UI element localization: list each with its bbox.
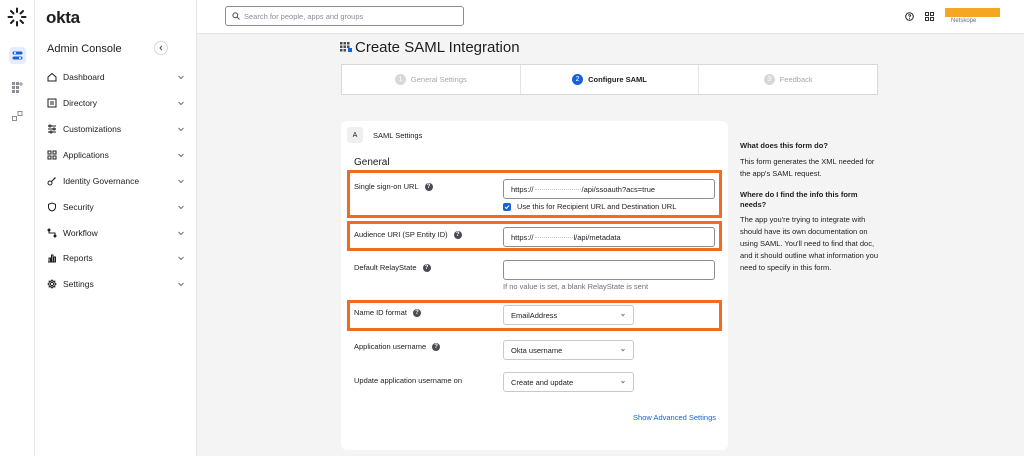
- step-number: 2: [572, 74, 584, 85]
- sidebar-item-label: Dashboard: [63, 72, 105, 82]
- sidebar-item-label: Workflow: [63, 228, 98, 238]
- step-general-settings[interactable]: 1 General Settings: [342, 65, 521, 94]
- top-bar: Search for people, apps and groups Netsk…: [197, 0, 1024, 34]
- help-question-1: What does this form do?: [740, 141, 828, 150]
- update-username-label: Update application username on: [354, 376, 462, 385]
- highlight-nameid-format: [347, 300, 722, 331]
- help-answer-1: This form generates the XML needed for t…: [740, 156, 875, 178]
- show-advanced-settings-link[interactable]: Show Advanced Settings: [633, 413, 716, 422]
- search-icon: [232, 12, 240, 20]
- help-answer-2: The app you're trying to integrate with …: [740, 215, 879, 273]
- step-label: Configure SAML: [588, 75, 647, 84]
- org-name[interactable]: Netskope: [951, 18, 976, 24]
- app-username-select[interactable]: Okta username: [503, 340, 634, 360]
- section-letter-badge: A: [347, 127, 363, 143]
- step-label: General Settings: [410, 75, 467, 84]
- step-number: 3: [763, 74, 775, 85]
- admin-toggle-icon[interactable]: [9, 47, 26, 64]
- sidebar-item-directory[interactable]: Directory: [47, 95, 185, 111]
- relaystate-input[interactable]: [503, 260, 715, 280]
- step-configure-saml[interactable]: 2 Configure SAML: [521, 65, 700, 94]
- icon-rail: [0, 0, 35, 456]
- app-grid-icon[interactable]: [925, 12, 934, 23]
- update-username-value: Create and update: [511, 377, 574, 387]
- app-integration-icon: [340, 42, 352, 52]
- reports-icon: [47, 253, 57, 263]
- page-header: Create SAML Integration: [340, 39, 520, 56]
- home-icon: [47, 72, 57, 82]
- help-icon[interactable]: [905, 12, 914, 23]
- sidebar-item-label: Security: [63, 202, 94, 212]
- sidebar-item-identity-governance[interactable]: Identity Governance: [47, 173, 185, 189]
- step-label: Feedback: [779, 75, 813, 84]
- identity-governance-icon: [47, 176, 57, 186]
- chevron-down-icon: [178, 153, 184, 158]
- help-question-icon[interactable]: ?: [422, 263, 431, 272]
- chevron-down-icon: [178, 231, 184, 236]
- workflow-icon: [47, 228, 57, 238]
- okta-brand-logo[interactable]: okta: [46, 8, 80, 28]
- app-username-label-text: Application username: [354, 342, 427, 351]
- shield-icon: [47, 202, 57, 212]
- sidebar-item-workflow[interactable]: Workflow: [47, 225, 185, 241]
- section-title: SAML Settings: [373, 131, 423, 140]
- sidebar-item-security[interactable]: Security: [47, 199, 185, 215]
- global-search-input[interactable]: Search for people, apps and groups: [225, 6, 464, 26]
- update-username-select[interactable]: Create and update: [503, 372, 634, 392]
- step-feedback[interactable]: 3 Feedback: [699, 65, 877, 94]
- sidebar-item-label: Directory: [63, 98, 98, 108]
- relaystate-label: Default RelayState ?: [354, 263, 431, 272]
- admin-console-title: Admin Console: [47, 43, 122, 55]
- sidebar-item-label: Identity Governance: [63, 176, 140, 186]
- search-placeholder: Search for people, apps and groups: [244, 11, 364, 21]
- sidebar-item-label: Reports: [63, 253, 93, 263]
- customizations-icon: [47, 124, 57, 134]
- sidebar-item-settings[interactable]: Settings: [47, 276, 185, 292]
- sidebar-item-label: Customizations: [63, 124, 122, 134]
- chevron-down-icon: [178, 127, 184, 132]
- sidebar-item-customizations[interactable]: Customizations: [47, 121, 185, 137]
- chevron-down-icon: [621, 380, 625, 384]
- wizard-stepper: 1 General Settings 2 Configure SAML 3 Fe…: [341, 64, 878, 95]
- page-title: Create SAML Integration: [355, 39, 520, 56]
- relaystate-hint: If no value is set, a blank RelayState i…: [503, 282, 649, 291]
- integrations-icon[interactable]: [9, 108, 26, 125]
- sidebar-item-applications[interactable]: Applications: [47, 147, 185, 163]
- okta-sunburst-logo-icon[interactable]: [7, 7, 27, 27]
- directory-icon: [47, 98, 57, 108]
- chevron-down-icon: [178, 101, 184, 106]
- group-title: General: [354, 157, 390, 168]
- help-question-icon[interactable]: ?: [432, 342, 441, 351]
- side-navigation: okta Admin Console Dashboard Directory C…: [35, 0, 197, 456]
- add-apps-icon[interactable]: [9, 79, 26, 96]
- highlight-sso-url: [347, 170, 722, 218]
- chevron-left-icon: [159, 45, 163, 51]
- highlight-audience-uri: [347, 221, 722, 251]
- help-question-2: Where do I find the info this form needs…: [740, 189, 858, 209]
- sidebar-item-label: Settings: [63, 279, 94, 289]
- app-username-value: Okta username: [511, 345, 563, 355]
- chevron-down-icon: [178, 179, 184, 184]
- update-username-label-text: Update application username on: [354, 376, 462, 385]
- sidebar-item-reports[interactable]: Reports: [47, 250, 185, 266]
- app-username-label: Application username ?: [354, 342, 441, 351]
- chevron-down-icon: [178, 75, 184, 80]
- collapse-sidebar-button[interactable]: [154, 41, 168, 55]
- chevron-down-icon: [178, 256, 184, 261]
- org-logo-banner[interactable]: [945, 8, 1000, 17]
- sidebar-item-dashboard[interactable]: Dashboard: [47, 69, 185, 85]
- gear-icon: [47, 279, 57, 289]
- step-number: 1: [394, 74, 406, 85]
- sidebar-item-label: Applications: [63, 150, 109, 160]
- chevron-down-icon: [178, 205, 184, 210]
- chevron-down-icon: [178, 282, 184, 287]
- relaystate-label-text: Default RelayState: [354, 263, 417, 272]
- applications-icon: [47, 150, 57, 160]
- chevron-down-icon: [621, 348, 625, 352]
- help-panel: What does this form do? This form genera…: [740, 141, 880, 284]
